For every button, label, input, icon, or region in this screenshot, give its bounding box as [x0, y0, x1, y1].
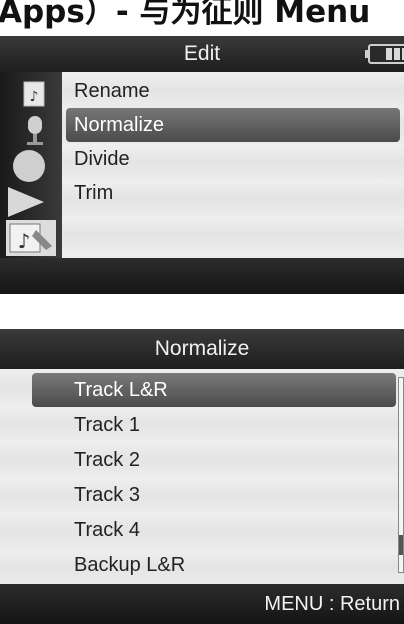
track-item-backup-lr[interactable]: Backup L&R — [32, 548, 396, 582]
menu-item-divide[interactable]: Divide — [66, 142, 400, 176]
scrollbar-thumb[interactable] — [399, 535, 403, 555]
menu-return-hint[interactable]: MENU : Return — [264, 584, 400, 624]
caption-text: Apps）- 与为征则 Menu — [0, 0, 371, 30]
track-item-2[interactable]: Track 2 — [32, 443, 396, 477]
record-icon[interactable] — [6, 148, 56, 184]
menu-item-normalize[interactable]: Normalize — [66, 108, 400, 142]
edit-title: Edit — [183, 42, 221, 65]
edit-titlebar: Edit — [0, 36, 404, 72]
svg-text:♪: ♪ — [30, 89, 39, 105]
track-item-3[interactable]: Track 3 — [32, 478, 396, 512]
menu-item-rename[interactable]: Rename — [66, 74, 400, 108]
track-item-lr[interactable]: Track L&R — [32, 373, 396, 407]
track-item-1[interactable]: Track 1 — [32, 408, 396, 442]
track-item-4[interactable]: Track 4 — [32, 513, 396, 547]
edit-footer — [0, 258, 404, 294]
edit-menu-list: ♪ ♪ Rename Normalize Divide Trim — [0, 72, 404, 258]
menu-item-trim[interactable]: Trim — [66, 176, 400, 210]
play-icon[interactable] — [6, 184, 56, 220]
battery-icon — [365, 44, 404, 64]
edit-screen: Edit ♪ ♪ Rename Normalize Divide Trim — [0, 36, 404, 294]
normalize-screen: Normalize Track L&R Track 1 Track 2 Trac… — [0, 329, 404, 624]
normalize-footer: MENU : Return — [0, 584, 404, 624]
svg-text:♪: ♪ — [18, 229, 31, 253]
file-icon[interactable]: ♪ — [6, 76, 56, 112]
track-list: Track L&R Track 1 Track 2 Track 3 Track … — [0, 369, 404, 584]
normalize-title: Normalize — [154, 337, 250, 360]
mode-sidebar: ♪ ♪ — [0, 72, 62, 258]
microphone-icon[interactable] — [6, 112, 56, 148]
normalize-titlebar: Normalize — [0, 329, 404, 369]
scrollbar[interactable] — [398, 377, 404, 573]
document-caption: Apps）- 与为征则 Menu — [0, 0, 404, 36]
music-edit-icon[interactable]: ♪ — [6, 220, 56, 256]
